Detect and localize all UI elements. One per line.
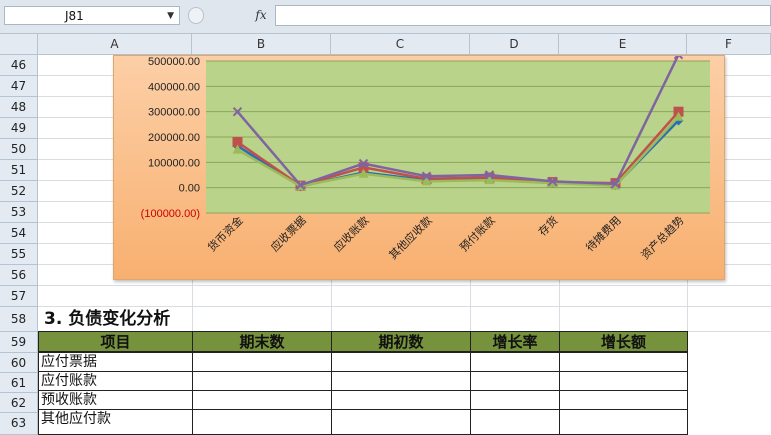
y-tick-label: 500000.00 <box>148 56 200 68</box>
line-chart[interactable]: 500000.00 400000.00 300000.00 200000.00 1000… <box>113 49 725 280</box>
y-tick-label: 400000.00 <box>148 81 200 93</box>
x-tick-label: 存货 <box>535 213 560 238</box>
table-cell[interactable] <box>331 371 471 391</box>
row-header-51[interactable]: 51 <box>0 160 38 181</box>
x-tick-label: 货币资金 <box>205 213 246 254</box>
row-header-54[interactable]: 54 <box>0 223 38 244</box>
table-cell[interactable] <box>470 352 560 372</box>
table-cell[interactable] <box>331 352 471 372</box>
table-row-label[interactable]: 应付票据 <box>38 352 193 372</box>
grid-line <box>38 285 771 286</box>
table-header-growth-rate: 增长率 <box>470 331 560 352</box>
x-tick-label: 应收票据 <box>268 213 309 254</box>
table-cell[interactable] <box>331 409 471 435</box>
x-tick-label: 其他应收款 <box>386 213 435 262</box>
table-cell[interactable] <box>331 390 471 410</box>
row-header-50[interactable]: 50 <box>0 139 38 160</box>
row-header-53[interactable]: 53 <box>0 202 38 223</box>
chevron-down-icon[interactable]: ▼ <box>167 7 174 26</box>
y-tick-label: (100000.00) <box>141 208 200 220</box>
row-header-60[interactable]: 60 <box>0 353 38 373</box>
table-row-label[interactable]: 应付账款 <box>38 371 193 391</box>
row-header-57[interactable]: 57 <box>0 286 38 307</box>
table-cell[interactable] <box>470 390 560 410</box>
table-header-opening: 期初数 <box>331 331 471 352</box>
y-tick-label: 100000.00 <box>148 157 200 169</box>
row-header-63[interactable]: 63 <box>0 413 38 435</box>
table-cell[interactable] <box>559 352 688 372</box>
table-cell[interactable] <box>192 371 332 391</box>
column-header-b[interactable]: B <box>192 34 331 55</box>
row-header-62[interactable]: 62 <box>0 393 38 413</box>
row-header-55[interactable]: 55 <box>0 244 38 265</box>
row-header-46[interactable]: 46 <box>0 55 38 76</box>
table-row-label[interactable]: 预收账款 <box>38 390 193 410</box>
table-cell[interactable] <box>470 409 560 435</box>
x-tick-label: 资产总趋势 <box>638 213 687 262</box>
row-header-59[interactable]: 59 <box>0 332 38 353</box>
x-tick-label: 预付账款 <box>457 213 498 254</box>
y-tick-label: 300000.00 <box>148 107 200 119</box>
column-header-d[interactable]: D <box>470 34 559 55</box>
column-header-e[interactable]: E <box>559 34 687 55</box>
chart-canvas: 500000.00 400000.00 300000.00 200000.00 1000… <box>141 49 710 262</box>
formula-bar-grip[interactable] <box>188 7 204 24</box>
name-box-value: J81 <box>65 9 84 23</box>
row-header-49[interactable]: 49 <box>0 118 38 139</box>
insert-function-icon[interactable]: fx <box>250 6 272 25</box>
table-cell[interactable] <box>192 390 332 410</box>
y-tick-label: 200000.00 <box>148 132 200 144</box>
table-header-growth-amount: 增长额 <box>559 331 688 352</box>
column-header-a[interactable]: A <box>38 34 192 55</box>
section-title: 3. 负债变化分析 <box>44 309 171 329</box>
name-box[interactable]: J81 ▼ <box>4 6 180 25</box>
table-cell[interactable] <box>470 371 560 391</box>
table-header-item: 项目 <box>38 331 193 352</box>
formula-input[interactable] <box>275 5 771 26</box>
x-tick-label: 待摊费用 <box>583 213 624 254</box>
y-tick-label: 0.00 <box>179 183 200 195</box>
table-cell[interactable] <box>559 390 688 410</box>
table-cell[interactable] <box>559 409 688 435</box>
select-all-corner[interactable] <box>0 34 38 55</box>
row-header-52[interactable]: 52 <box>0 181 38 202</box>
table-row-label[interactable]: 其他应付款 <box>38 409 193 435</box>
table-cell[interactable] <box>559 371 688 391</box>
row-header-58[interactable]: 58 <box>0 307 38 332</box>
row-header-61[interactable]: 61 <box>0 373 38 393</box>
table-cell[interactable] <box>192 409 332 435</box>
column-header-f[interactable]: F <box>687 34 771 55</box>
x-tick-label: 应收账款 <box>331 213 372 254</box>
table-cell[interactable] <box>192 352 332 372</box>
row-header-47[interactable]: 47 <box>0 76 38 97</box>
row-header-48[interactable]: 48 <box>0 97 38 118</box>
row-header-56[interactable]: 56 <box>0 265 38 286</box>
table-header-closing: 期末数 <box>192 331 332 352</box>
column-header-c[interactable]: C <box>331 34 470 55</box>
